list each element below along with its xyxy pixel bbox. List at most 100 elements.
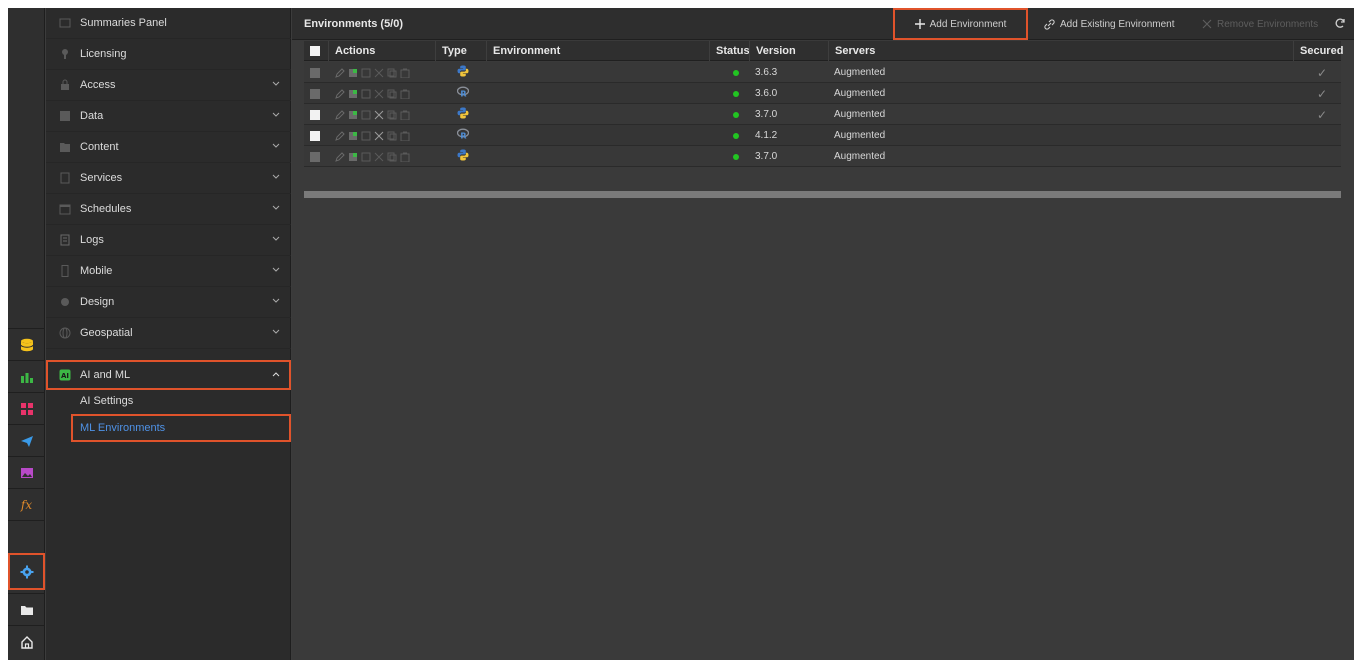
edit-icon[interactable] <box>334 67 345 78</box>
row-checkbox[interactable] <box>304 146 328 167</box>
row-checkbox[interactable] <box>304 125 328 146</box>
selection-highlight <box>71 414 291 442</box>
edit-icon[interactable] <box>334 130 345 141</box>
image-icon[interactable] <box>360 88 371 99</box>
row-status <box>709 83 749 104</box>
row-secured: ✓ <box>1293 83 1341 104</box>
row-checkbox[interactable] <box>304 83 328 104</box>
nav-item-licensing[interactable]: Licensing <box>46 39 291 70</box>
add-environment-button[interactable]: Add Environment <box>893 8 1028 40</box>
edit-icon[interactable] <box>334 151 345 162</box>
packages-icon[interactable] <box>347 130 358 141</box>
nav-item-ai-and-ml[interactable]: AI AI and ML <box>46 360 291 390</box>
chevron-down-icon <box>271 296 281 309</box>
nav-item-logs[interactable]: Logs <box>46 225 291 256</box>
refresh-icon <box>1334 17 1346 32</box>
row-servers: Augmented <box>834 109 886 120</box>
nav-item-summaries-panel[interactable]: Summaries Panel <box>46 8 291 39</box>
row-actions <box>328 62 435 83</box>
horizontal-scrollbar[interactable] <box>304 191 1341 198</box>
clipboard-icon[interactable] <box>399 130 410 141</box>
row-checkbox[interactable] <box>304 62 328 83</box>
python-icon <box>457 107 469 122</box>
image-icon[interactable] <box>360 130 371 141</box>
row-type-r: R <box>435 125 486 146</box>
nav-item-services[interactable]: Services <box>46 163 291 194</box>
python-icon <box>457 65 469 80</box>
nav-item-content[interactable]: Content <box>46 132 291 163</box>
row-status <box>709 125 749 146</box>
nav-subitem-ai-settings[interactable]: AI Settings <box>46 387 291 415</box>
packages-icon[interactable] <box>347 88 358 99</box>
nav-item-geospatial[interactable]: Geospatial <box>46 318 291 349</box>
clipboard-icon[interactable] <box>399 67 410 78</box>
lock-icon <box>59 79 71 91</box>
row-environment <box>486 62 709 83</box>
gear-icon[interactable] <box>8 553 45 590</box>
row-secured: ✓ <box>1293 62 1341 83</box>
select-all-checkbox[interactable] <box>304 41 328 61</box>
delete-icon[interactable] <box>373 88 384 99</box>
copy-icon[interactable] <box>386 67 397 78</box>
table-row[interactable]: 3.6.3 Augmented ✓ <box>304 62 1341 83</box>
clipboard-icon[interactable] <box>399 151 410 162</box>
image-icon[interactable] <box>8 457 45 488</box>
delete-icon[interactable] <box>373 109 384 120</box>
table-row[interactable]: 3.7.0 Augmented ✓ <box>304 104 1341 125</box>
table-row[interactable]: R 4.1.2 Augmented <box>304 125 1341 146</box>
folder-icon[interactable] <box>8 594 45 625</box>
nav-item-mobile[interactable]: Mobile <box>46 256 291 287</box>
dashboard-grid-icon[interactable] <box>8 393 45 424</box>
row-type-python <box>435 62 486 83</box>
table-row[interactable]: 3.7.0 Augmented <box>304 146 1341 167</box>
row-checkbox[interactable] <box>304 104 328 125</box>
packages-icon[interactable] <box>347 109 358 120</box>
copy-icon[interactable] <box>386 151 397 162</box>
add-existing-environment-button[interactable]: Add Existing Environment <box>1044 8 1175 40</box>
status-ok-dot <box>733 69 739 76</box>
table-header: Actions Type Environment Status Version … <box>304 41 1343 61</box>
edit-icon[interactable] <box>334 88 345 99</box>
nav-item-data[interactable]: Data <box>46 101 291 132</box>
row-environment <box>486 83 709 104</box>
check-icon: ✓ <box>1317 107 1328 122</box>
mobile-icon <box>59 265 71 277</box>
row-status <box>709 146 749 167</box>
nav-item-schedules[interactable]: Schedules <box>46 194 291 225</box>
image-icon[interactable] <box>360 109 371 120</box>
bar-chart-icon[interactable] <box>8 361 45 392</box>
database-icon <box>59 110 71 122</box>
row-actions <box>328 146 435 167</box>
clipboard-icon[interactable] <box>399 88 410 99</box>
image-icon[interactable] <box>360 151 371 162</box>
send-icon[interactable] <box>8 425 45 456</box>
packages-icon[interactable] <box>347 151 358 162</box>
home-icon[interactable] <box>8 626 45 657</box>
row-version: 3.6.3 <box>755 67 778 78</box>
image-icon[interactable] <box>360 67 371 78</box>
clipboard-icon[interactable] <box>399 109 410 120</box>
nav-item-design[interactable]: Design <box>46 287 291 318</box>
chevron-down-icon <box>271 110 281 123</box>
edit-icon[interactable] <box>334 109 345 120</box>
remove-environments-button[interactable]: Remove Environments <box>1202 8 1318 40</box>
row-secured: ✓ <box>1293 104 1341 125</box>
delete-icon[interactable] <box>373 151 384 162</box>
delete-icon[interactable] <box>373 67 384 78</box>
database-icon[interactable] <box>8 329 45 360</box>
col-version: Version <box>749 41 828 61</box>
status-ok-dot <box>733 153 739 160</box>
packages-icon[interactable] <box>347 67 358 78</box>
function-icon[interactable]: fx <box>8 489 45 520</box>
delete-icon[interactable] <box>373 130 384 141</box>
nav-item-access[interactable]: Access <box>46 70 291 101</box>
svg-text:AI: AI <box>61 372 69 380</box>
refresh-button[interactable] <box>1334 8 1346 40</box>
copy-icon[interactable] <box>386 88 397 99</box>
copy-icon[interactable] <box>386 130 397 141</box>
row-type-r: R <box>435 83 486 104</box>
copy-icon[interactable] <box>386 109 397 120</box>
table-row[interactable]: R 3.6.0 Augmented ✓ <box>304 83 1341 104</box>
row-environment <box>486 104 709 125</box>
chevron-down-icon <box>271 172 281 185</box>
